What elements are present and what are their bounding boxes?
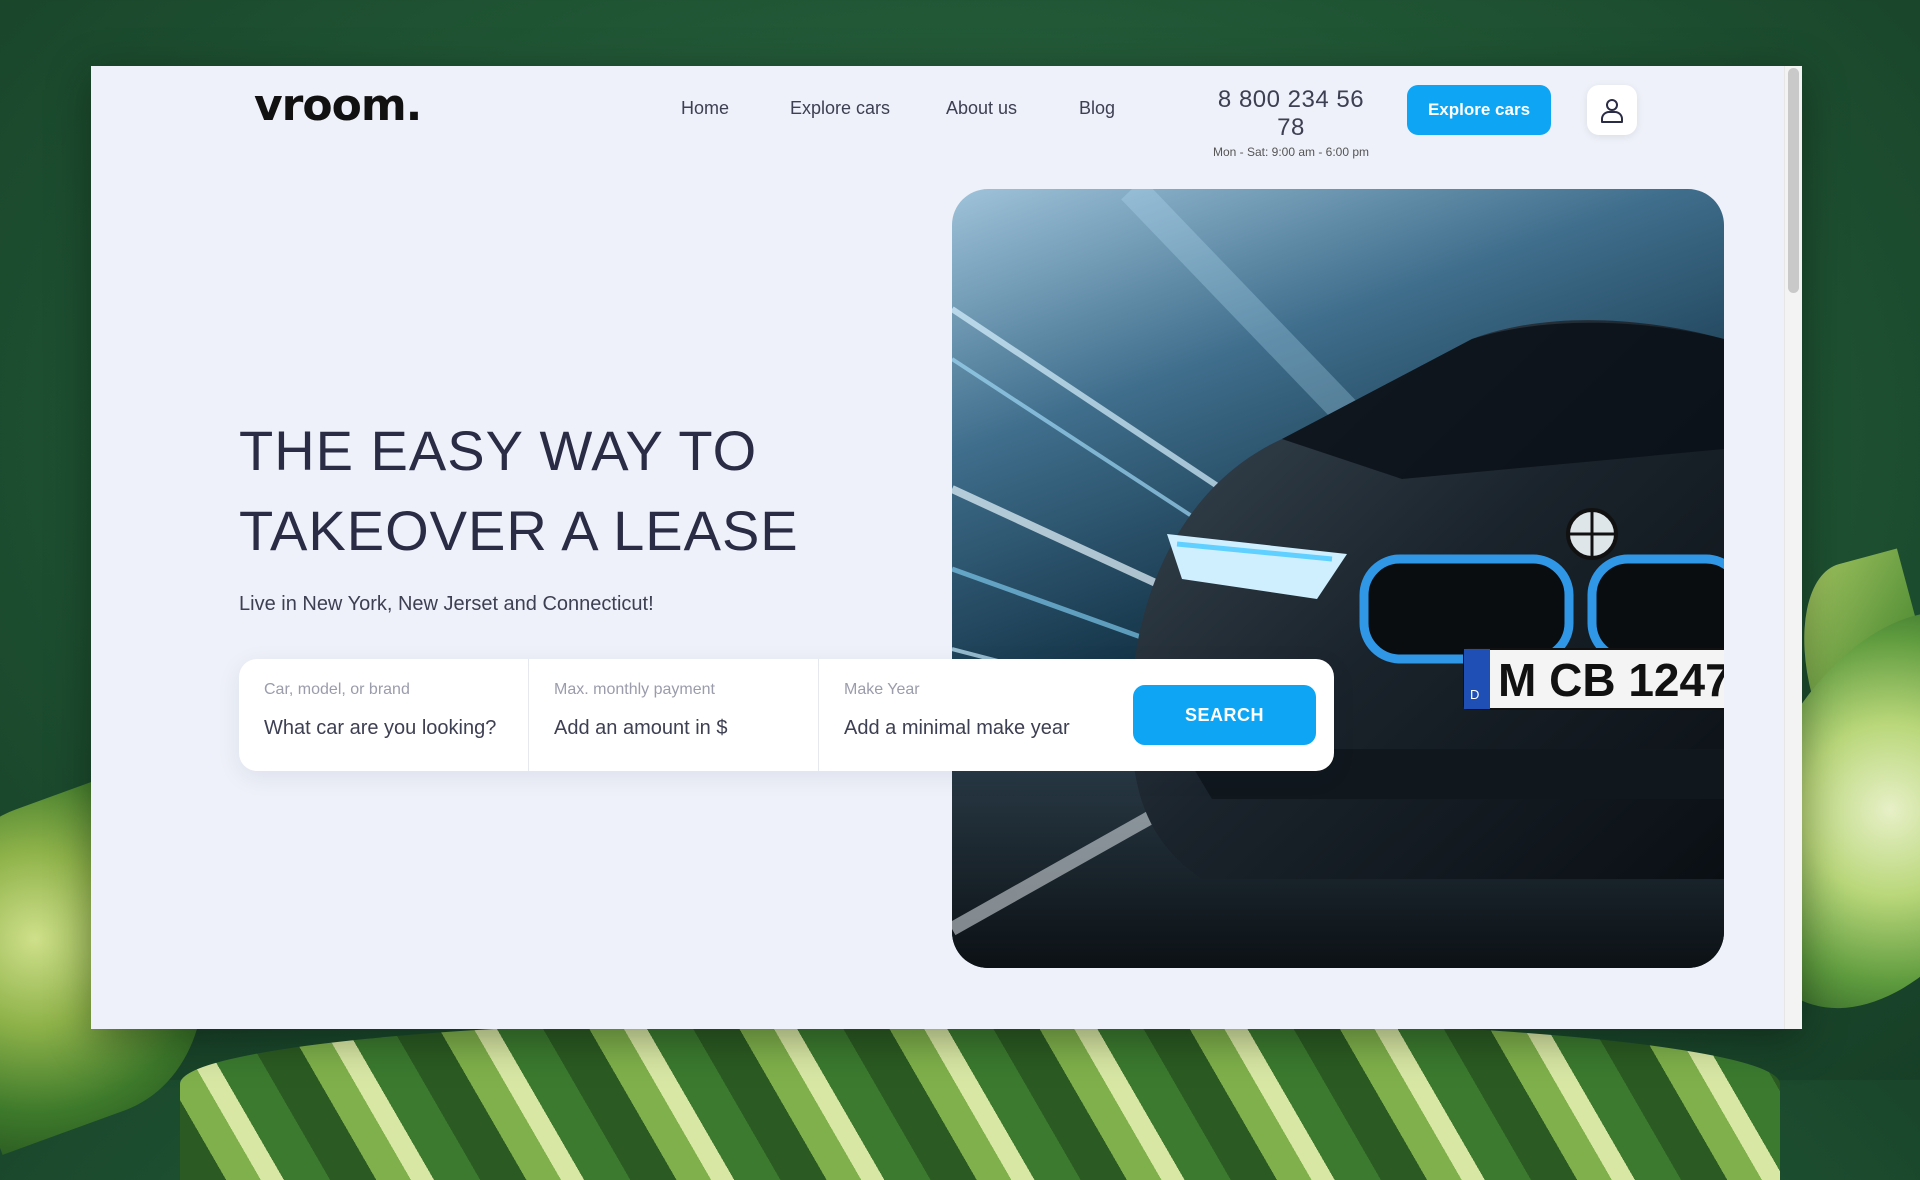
hero-headline: THE EASY WAY TO TAKEOVER A LEASE: [239, 411, 879, 571]
decorative-leaves-bottom: [180, 1020, 1780, 1180]
headline-line-2: TAKEOVER A LEASE: [239, 499, 799, 562]
hero-car-image: D M CB 1247: [952, 189, 1724, 968]
nav-home[interactable]: Home: [681, 98, 729, 119]
nav-blog[interactable]: Blog: [1079, 98, 1115, 119]
car-illustration: D M CB 1247: [952, 189, 1724, 968]
plate-country: D: [1470, 687, 1479, 702]
make-year-field[interactable]: Make Year Add a minimal make year: [819, 659, 1119, 771]
search-button[interactable]: SEARCH: [1133, 685, 1316, 745]
make-year-input[interactable]: Add a minimal make year: [844, 717, 1070, 740]
user-account-button[interactable]: [1587, 85, 1637, 135]
explore-cars-button[interactable]: Explore cars: [1407, 85, 1551, 135]
search-bar: Car, model, or brand What car are you lo…: [239, 659, 1334, 771]
monthly-payment-input[interactable]: Add an amount in $: [554, 717, 727, 740]
user-icon: [1601, 99, 1623, 123]
car-model-label: Car, model, or brand: [264, 681, 410, 698]
scrollbar-thumb[interactable]: [1788, 68, 1799, 293]
car-model-field[interactable]: Car, model, or brand What car are you lo…: [239, 659, 529, 771]
nav-explore-cars[interactable]: Explore cars: [790, 98, 890, 119]
monthly-payment-field[interactable]: Max. monthly payment Add an amount in $: [529, 659, 819, 771]
browser-page: vroom. Home Explore cars About us Blog 8…: [91, 66, 1802, 1029]
phone-number[interactable]: 8 800 234 56 78: [1201, 86, 1381, 142]
car-model-input[interactable]: What car are you looking?: [264, 717, 496, 740]
nav-about-us[interactable]: About us: [946, 98, 1017, 119]
make-year-label: Make Year: [844, 681, 920, 698]
monthly-payment-label: Max. monthly payment: [554, 681, 715, 698]
headline-line-1: THE EASY WAY TO: [239, 419, 758, 482]
brand-logo[interactable]: vroom.: [254, 80, 422, 131]
hero-subtitle: Live in New York, New Jerset and Connect…: [239, 593, 654, 615]
vertical-scrollbar[interactable]: [1784, 66, 1802, 1029]
plate-text: M CB 1247: [1498, 654, 1724, 706]
business-hours: Mon - Sat: 9:00 am - 6:00 pm: [1212, 145, 1370, 159]
contact-info: 8 800 234 56 78 Mon - Sat: 9:00 am - 6:0…: [1201, 86, 1381, 159]
